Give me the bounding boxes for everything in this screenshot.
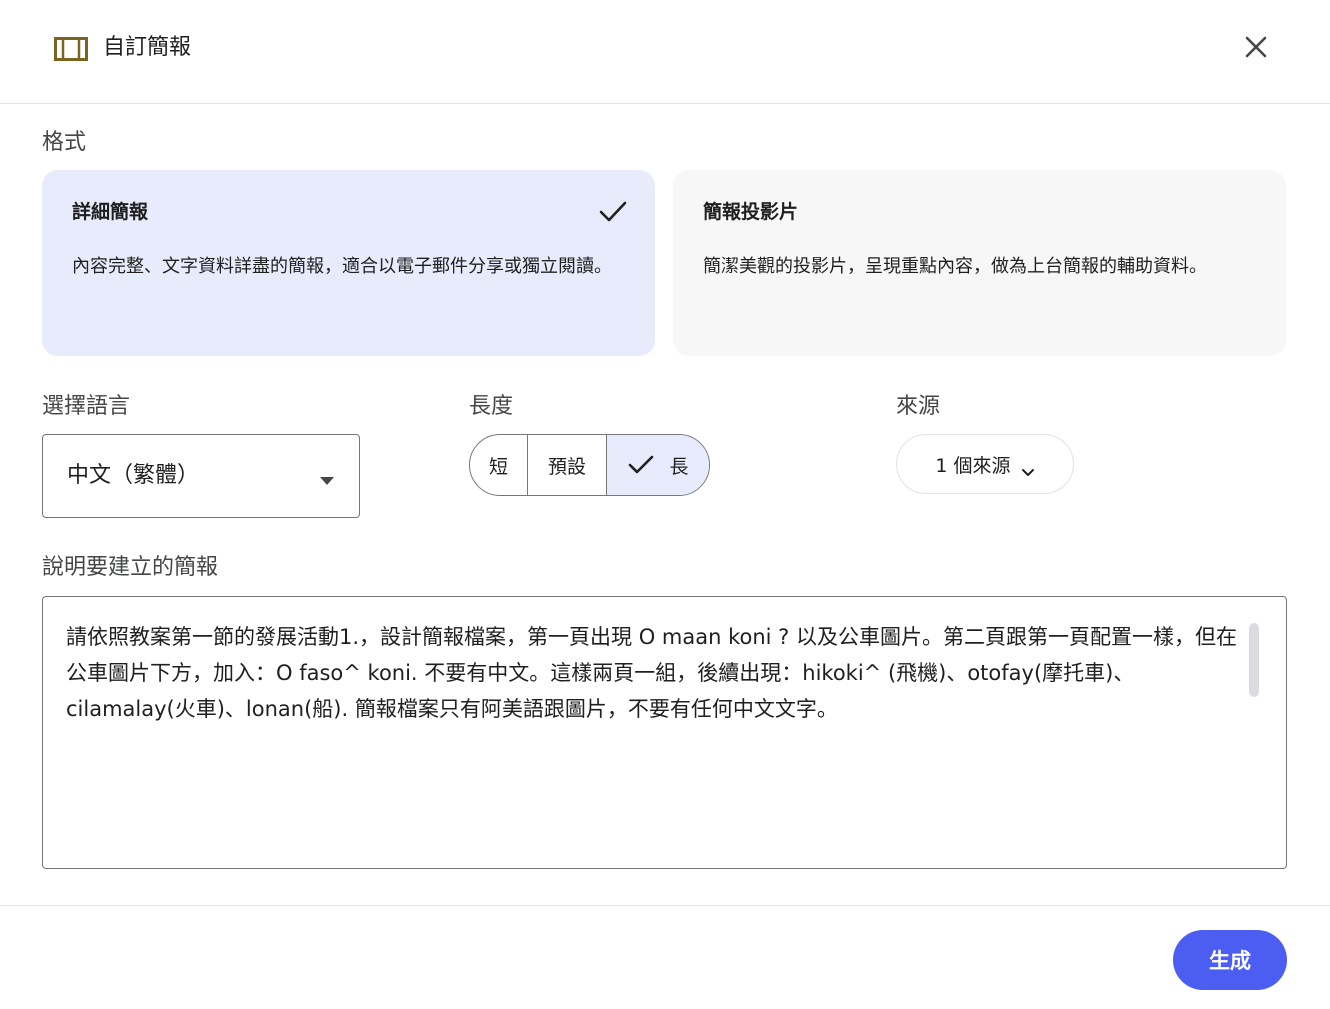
textarea-scrollbar[interactable]	[1249, 623, 1259, 697]
length-option-default[interactable]: 預設	[528, 435, 607, 495]
format-option-title: 詳細簡報	[72, 201, 149, 223]
format-label: 格式	[42, 130, 87, 155]
length-label: 長度	[469, 394, 514, 419]
check-icon	[597, 198, 629, 226]
chevron-down-icon	[1021, 460, 1035, 476]
language-value: 中文（繁體）	[67, 463, 200, 488]
prompt-label: 說明要建立的簡報	[42, 555, 219, 580]
dropdown-arrow-icon	[319, 471, 335, 485]
footer-divider	[0, 905, 1330, 906]
prompt-text: 請依照教案第一節的發展活動1.，設計簡報檔案，第一頁出現 O maan koni…	[66, 625, 1237, 721]
source-select-button[interactable]: 1 個來源	[896, 434, 1074, 494]
close-icon	[1244, 35, 1268, 63]
format-option-description: 內容完整、文字資料詳盡的簡報，適合以電子郵件分享或獨立閱讀。	[72, 256, 612, 277]
language-select[interactable]: 中文（繁體）	[42, 434, 360, 518]
length-segmented-control: 短 預設 長	[469, 434, 710, 496]
slides-icon	[54, 37, 88, 61]
close-button[interactable]	[1236, 29, 1276, 69]
source-label: 來源	[896, 394, 941, 419]
customize-presentation-dialog: 自訂簡報 格式 詳細簡報 內容完整、文字資料詳盡的簡報，適合以電子郵件分享或獨立…	[0, 0, 1330, 1009]
prompt-textarea[interactable]: 請依照教案第一節的發展活動1.，設計簡報檔案，第一頁出現 O maan koni…	[42, 596, 1287, 869]
format-option-description: 簡潔美觀的投影片，呈現重點內容，做為上台簡報的輔助資料。	[703, 256, 1207, 277]
format-option-slides[interactable]: 簡報投影片 簡潔美觀的投影片，呈現重點內容，做為上台簡報的輔助資料。	[673, 170, 1286, 356]
language-label: 選擇語言	[42, 394, 131, 419]
format-option-title: 簡報投影片	[703, 201, 799, 223]
source-count: 1 個來源	[935, 454, 1011, 477]
length-option-long[interactable]: 長	[607, 435, 709, 495]
length-option-short[interactable]: 短	[470, 435, 528, 495]
dialog-title: 自訂簡報	[103, 35, 192, 60]
format-option-detailed[interactable]: 詳細簡報 內容完整、文字資料詳盡的簡報，適合以電子郵件分享或獨立閱讀。	[42, 170, 655, 356]
dialog-header: 自訂簡報	[0, 0, 1330, 104]
check-icon	[627, 454, 655, 476]
generate-button[interactable]: 生成	[1173, 930, 1287, 990]
